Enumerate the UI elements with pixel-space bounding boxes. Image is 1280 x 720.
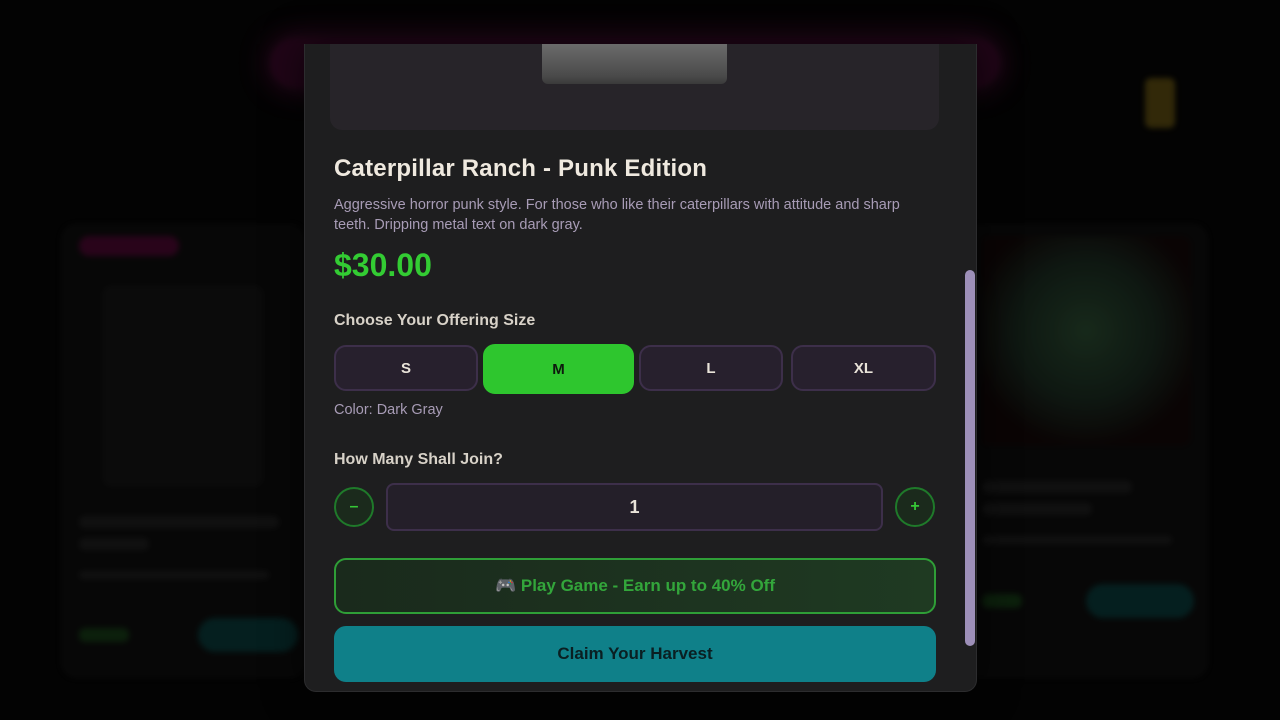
size-label: Choose Your Offering Size (334, 312, 536, 329)
product-description: Aggressive horror punk style. For those … (334, 197, 900, 233)
product-modal: Caterpillar Ranch - Punk Edition Aggress… (304, 44, 977, 692)
scrollbar-thumb[interactable] (965, 270, 975, 646)
size-option-m[interactable]: M (483, 344, 634, 394)
quantity-label: How Many Shall Join? (334, 451, 503, 468)
quantity-decrement-button[interactable]: – (334, 487, 374, 527)
modal-scrollbar[interactable] (962, 44, 976, 691)
size-option-xl[interactable]: XL (791, 345, 936, 391)
product-image (542, 44, 727, 84)
product-title: Caterpillar Ranch - Punk Edition (334, 155, 708, 182)
product-image-area (330, 44, 939, 130)
play-game-button[interactable]: 🎮 Play Game - Earn up to 40% Off (334, 558, 936, 614)
product-price: $30.00 (334, 247, 432, 283)
quantity-input[interactable]: 1 (386, 483, 883, 531)
color-info: Color: Dark Gray (334, 402, 443, 418)
quantity-increment-button[interactable]: + (895, 487, 935, 527)
claim-harvest-button[interactable]: Claim Your Harvest (334, 626, 936, 682)
size-selector: S M L XL (334, 344, 936, 394)
size-option-l[interactable]: L (639, 345, 783, 391)
size-option-s[interactable]: S (334, 345, 478, 391)
